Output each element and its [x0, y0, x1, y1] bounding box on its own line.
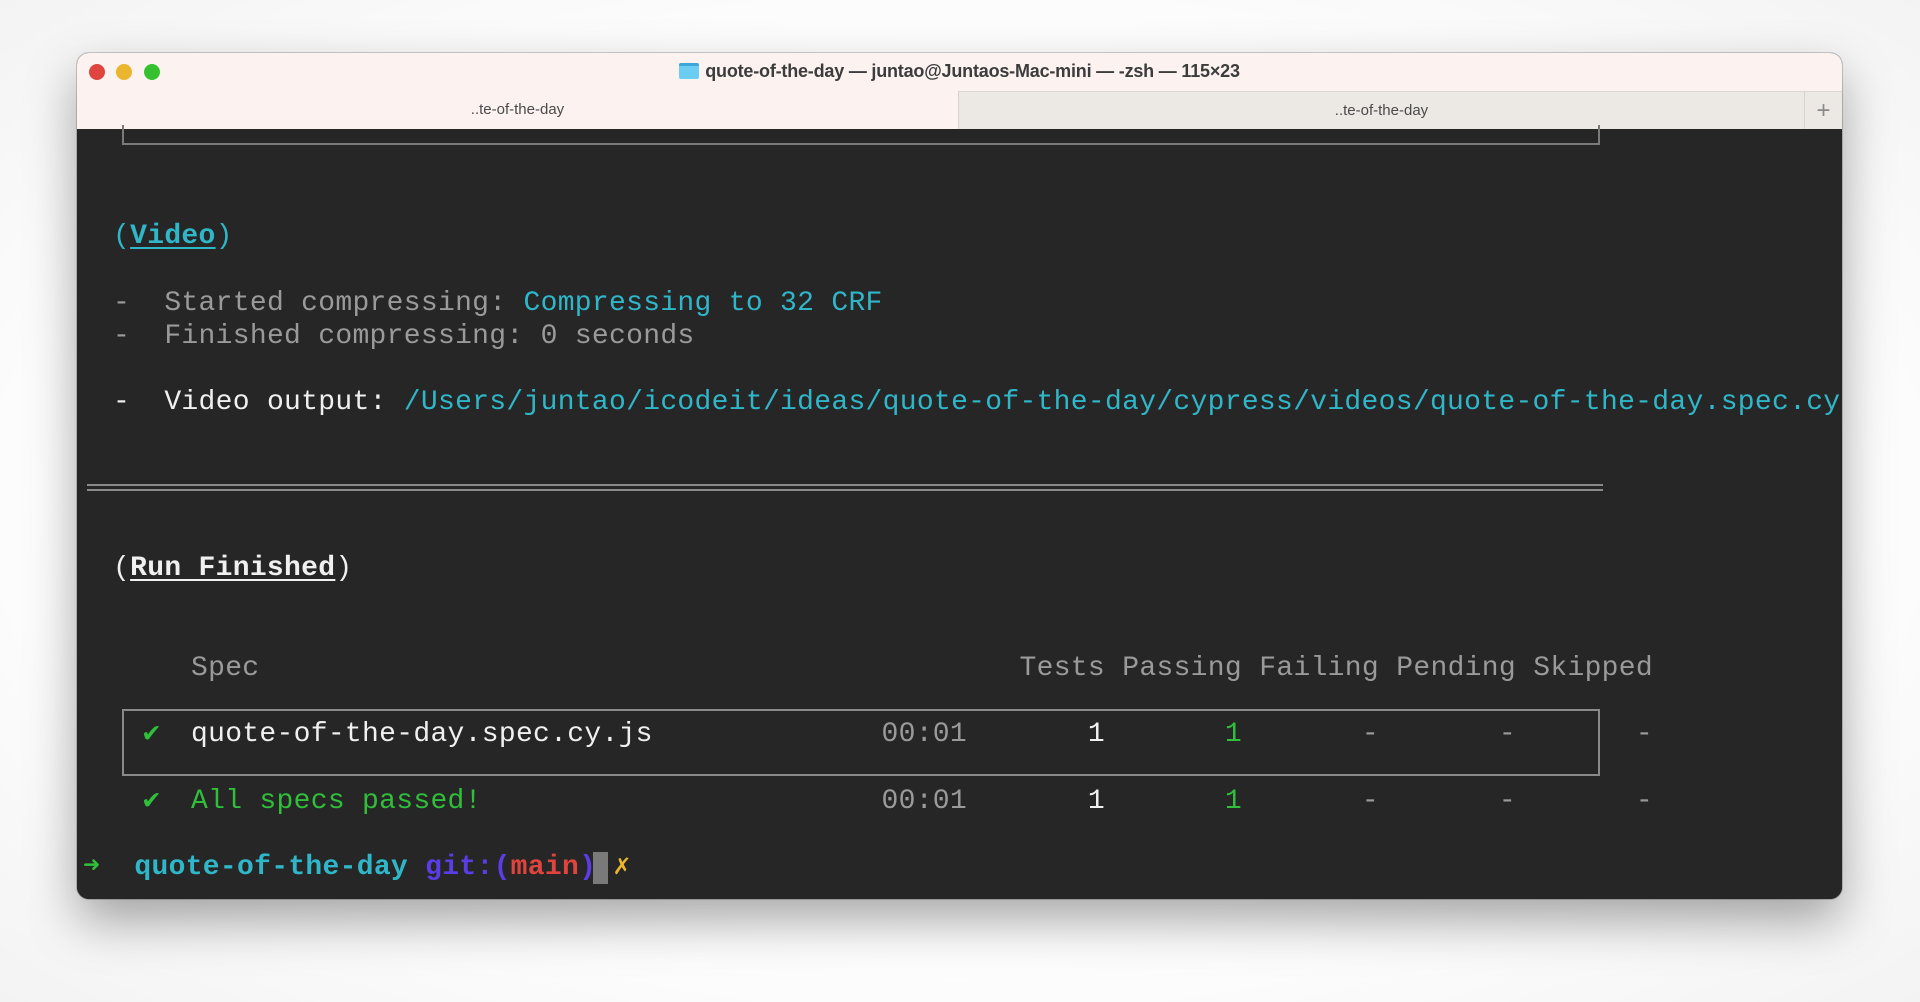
- spec-failing: -: [1361, 719, 1379, 750]
- line-label: Video output:: [164, 387, 387, 418]
- spec-pending: -: [1498, 719, 1516, 750]
- prompt-branch: main: [510, 852, 580, 883]
- title-bar: quote-of-the-day — juntao@Juntaos-Mac-mi…: [77, 53, 1842, 91]
- line-value: 0 seconds: [540, 321, 695, 352]
- summary-pending: -: [1498, 786, 1516, 817]
- new-tab-button[interactable]: +: [1804, 91, 1842, 129]
- run-finished-heading: (Run Finished): [113, 552, 352, 586]
- tab-1[interactable]: ..te-of-the-day: [77, 91, 958, 129]
- column-header-spec: Spec: [191, 653, 260, 684]
- video-heading: (Video): [113, 220, 233, 254]
- summary-skipped: -: [1635, 786, 1653, 817]
- paren: ): [335, 553, 353, 584]
- line-label: Started compressing:: [164, 288, 507, 319]
- video-line-output: - Video output: /Users/juntao/icodeit/id…: [113, 386, 1842, 420]
- dirty-icon: ✗: [613, 852, 631, 883]
- check-icon: ✔: [143, 786, 161, 817]
- tab-2[interactable]: ..te-of-the-day: [958, 91, 1804, 129]
- paren: (: [113, 553, 131, 584]
- separator-line-bottom: [87, 489, 1603, 491]
- check-icon: ✔: [143, 719, 161, 750]
- column-header-skipped: Skipped: [1533, 653, 1653, 684]
- bullet: -: [113, 288, 131, 319]
- folder-icon: [679, 63, 700, 79]
- video-line-started: - Started compressing: Compressing to 32…: [113, 287, 883, 321]
- separator-line-top: [87, 484, 1603, 486]
- spec-skipped: -: [1635, 719, 1653, 750]
- video-line-finished: - Finished compressing: 0 seconds: [113, 320, 695, 354]
- window-title: quote-of-the-day — juntao@Juntaos-Mac-mi…: [77, 61, 1842, 82]
- spec-name: quote-of-the-day.spec.cy.js: [191, 719, 653, 750]
- prompt-arrow-icon: ➜: [83, 852, 101, 883]
- terminal-output[interactable]: (Video) - Started compressing: Compressi…: [77, 125, 1842, 899]
- bullet: -: [113, 321, 131, 352]
- previous-table-box: [122, 125, 1600, 145]
- line-label: Finished compressing:: [164, 321, 524, 352]
- column-header-failing: Failing: [1259, 653, 1379, 684]
- prompt-git-label: git:(: [425, 852, 511, 883]
- video-heading-text: Video: [130, 221, 216, 252]
- prompt-directory: quote-of-the-day: [134, 852, 409, 883]
- paren: ): [215, 221, 233, 252]
- bullet: -: [113, 387, 131, 418]
- video-output-path[interactable]: /Users/juntao/icodeit/ideas/quote-of-the…: [404, 387, 1842, 418]
- summary-failing: -: [1361, 786, 1379, 817]
- summary-label: All specs passed!: [191, 786, 482, 817]
- run-finished-heading-text: Run Finished: [130, 553, 336, 584]
- text-cursor: [593, 852, 608, 884]
- column-header-pending: Pending: [1396, 653, 1516, 684]
- terminal-window: quote-of-the-day — juntao@Juntaos-Mac-mi…: [77, 53, 1842, 899]
- line-value: Compressing to 32 CRF: [523, 288, 883, 319]
- shell-prompt[interactable]: ➜ quote-of-the-day git:(main) ✗: [83, 851, 630, 885]
- paren: (: [113, 221, 131, 252]
- tab-bar: ..te-of-the-day ..te-of-the-day +: [77, 91, 1842, 129]
- window-title-text: quote-of-the-day — juntao@Juntaos-Mac-mi…: [705, 61, 1240, 81]
